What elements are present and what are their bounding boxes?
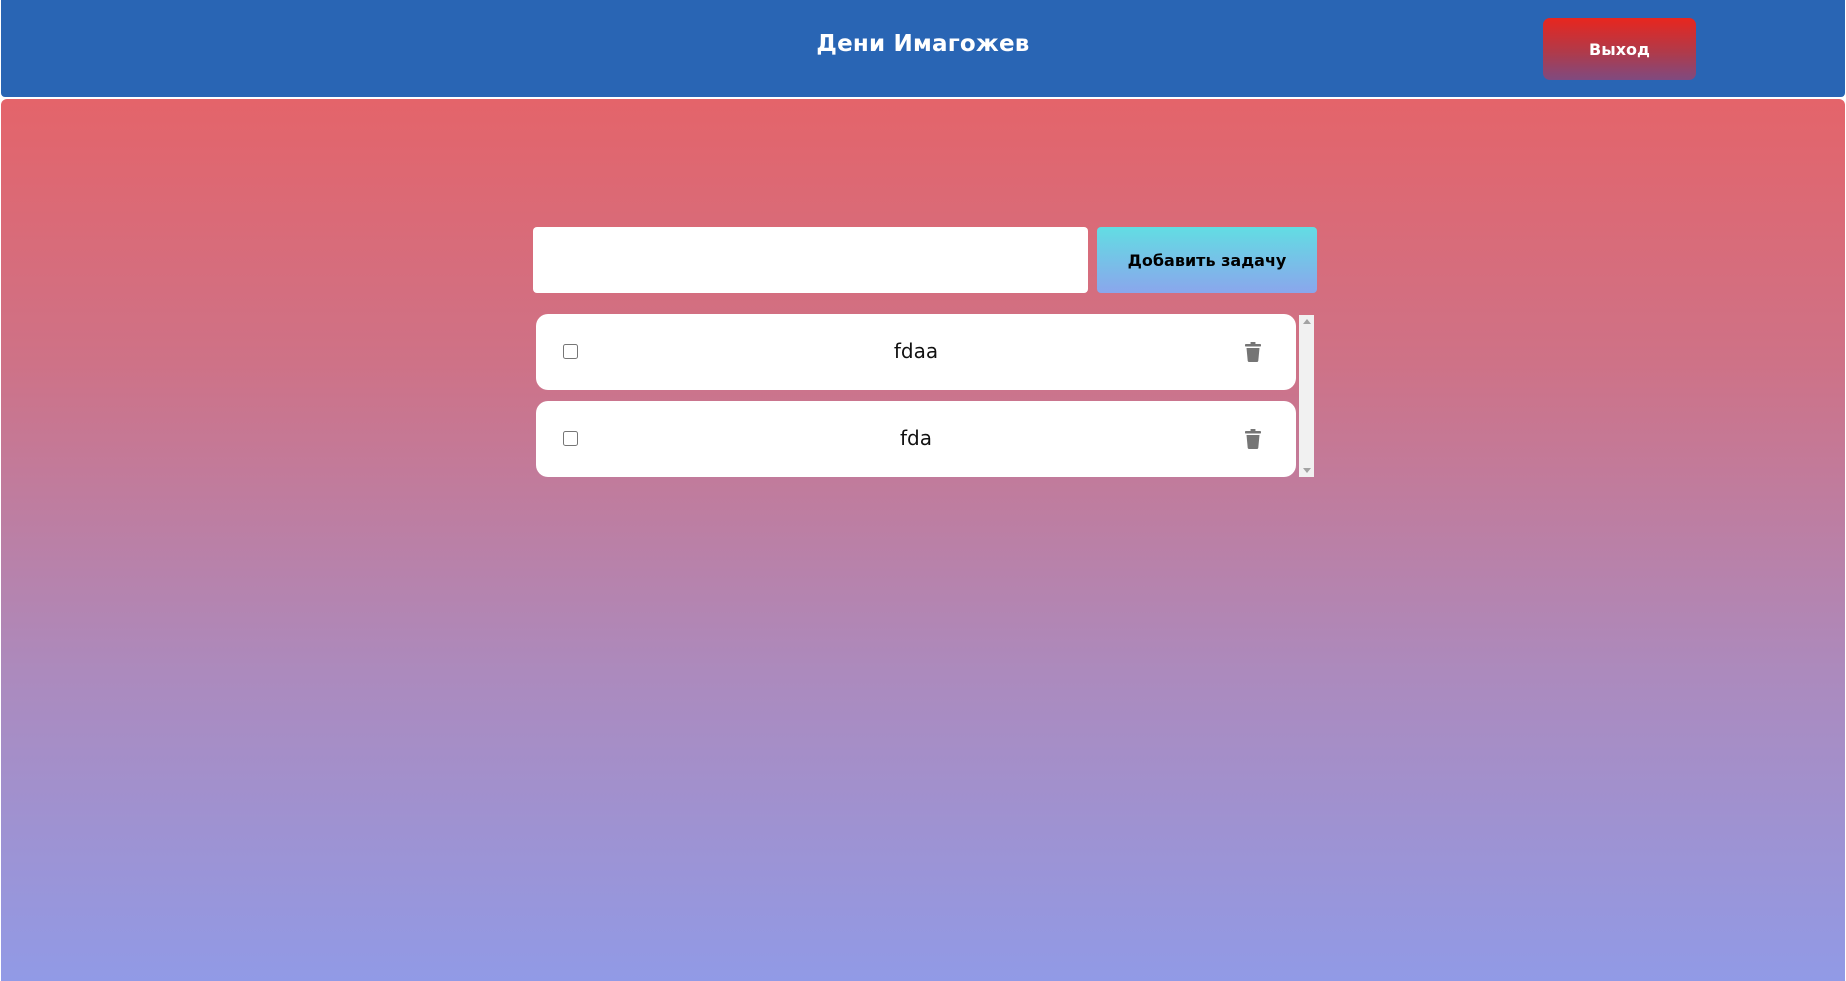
task-text: fda [900, 426, 932, 450]
task-list-scrollbar[interactable] [1299, 315, 1314, 477]
scroll-thumb[interactable] [1301, 330, 1312, 462]
task-text: fdaa [893, 339, 939, 363]
logout-button[interactable]: Выход [1543, 18, 1696, 80]
trash-icon[interactable] [1245, 342, 1261, 362]
trash-icon[interactable] [1245, 429, 1261, 449]
add-task-button[interactable]: Добавить задачу [1097, 227, 1317, 293]
task-list[interactable]: fdaa fda [536, 314, 1296, 477]
task-item: fdaa [536, 314, 1296, 390]
scroll-up-arrow-icon[interactable] [1303, 319, 1311, 324]
task-input[interactable] [533, 227, 1088, 293]
app-header: Дени Имагожев Выход [1, 0, 1845, 97]
scroll-down-arrow-icon[interactable] [1303, 468, 1311, 473]
task-item: fda [536, 401, 1296, 477]
